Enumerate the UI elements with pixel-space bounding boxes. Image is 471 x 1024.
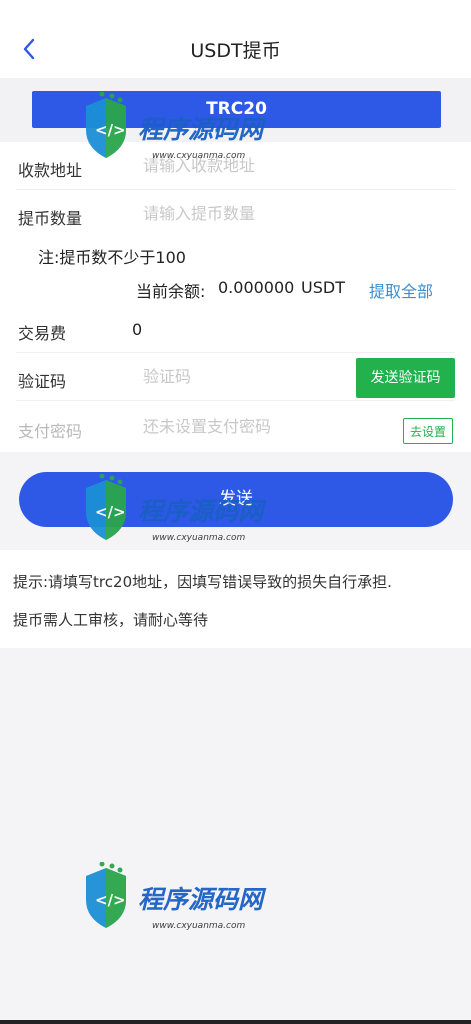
password-input[interactable] [143,417,363,436]
address-label: 收款地址 [18,161,83,180]
amount-label: 提币数量 [18,209,83,228]
svg-text:</>: </> [95,503,126,521]
watermark-logo: </> 程序源码网 www.cxyuanma.com [86,474,267,543]
page-title: USDT提币 [190,40,281,62]
minimum-note: 注:提币数不少于100 [38,248,186,267]
svg-text:www.cxyuanma.com: www.cxyuanma.com [152,151,245,161]
set-password-button[interactable]: 去设置 [403,418,453,444]
send-code-button[interactable]: 发送验证码 [356,358,455,398]
password-label: 支付密码 [18,422,83,441]
withdraw-all-link[interactable]: 提取全部 [369,278,433,302]
nav-bar: USDT提币 [0,0,471,78]
bottom-edge [0,1020,471,1024]
balance-value: 0.000000 [218,278,295,297]
svg-text:www.cxyuanma.com: www.cxyuanma.com [152,921,245,931]
amount-input[interactable] [143,204,343,223]
fee-label: 交易费 [18,324,67,343]
password-row: 支付密码 [0,401,471,449]
tip-line: 提币需人工审核，请耐心等待 [13,611,209,629]
balance-label: 当前余额: [136,282,206,301]
fee-value: 0 [132,320,143,339]
svg-text:程序源码网: 程序源码网 [138,885,267,914]
svg-text:程序源码网: 程序源码网 [138,497,267,526]
svg-text:www.cxyuanma.com: www.cxyuanma.com [152,533,245,543]
balance-unit: USDT [301,278,345,297]
svg-text:程序源码网: 程序源码网 [138,115,267,144]
svg-text:</>: </> [95,121,126,139]
code-input[interactable] [143,367,323,386]
tip-line: 提示:请填写trc20地址，因填写错误导致的损失自行承担. [13,573,392,591]
code-label: 验证码 [18,372,67,391]
fee-row: 交易费 [0,305,471,353]
watermark-logo: </> 程序源码网 www.cxyuanma.com [86,862,267,931]
tips-panel: 提示:请填写trc20地址，因填写错误导致的损失自行承担. 提币需人工审核，请耐… [0,550,471,648]
watermark-logo: </> 程序源码网 www.cxyuanma.com [86,92,267,161]
svg-text:</>: </> [95,891,126,909]
amount-row: 提币数量 [0,190,471,238]
